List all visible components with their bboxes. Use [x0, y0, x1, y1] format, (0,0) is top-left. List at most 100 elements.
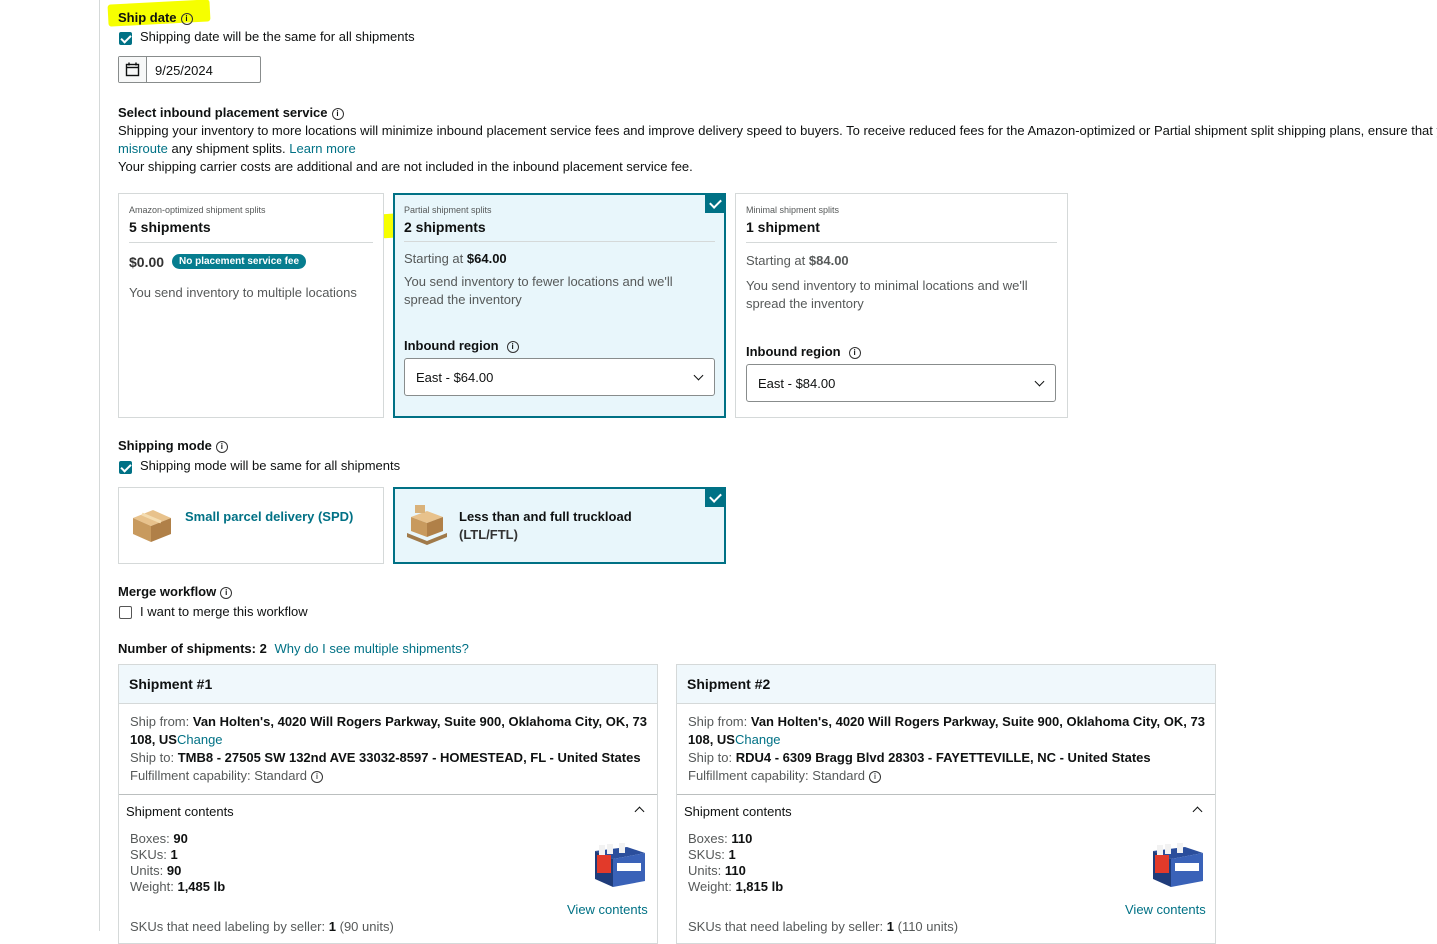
- fulfillment-capability-label: Fulfillment capability: Standard: [130, 768, 308, 783]
- selected-check-icon: [705, 194, 725, 213]
- inbound-region-heading: Inbound region i: [404, 338, 519, 353]
- same-shipping-mode-label: Shipping mode will be same for all shipm…: [140, 458, 401, 473]
- option-small-label: Partial shipment splits: [404, 205, 492, 215]
- inbound-region-select[interactable]: East - $84.00: [746, 364, 1056, 402]
- labeling-count: 1: [328, 919, 336, 934]
- why-multiple-shipments-link[interactable]: Why do I see multiple shipments?: [274, 641, 468, 656]
- inbound-region-label: Inbound region: [746, 344, 841, 359]
- number-of-shipments-count: 2: [259, 641, 267, 656]
- inbound-region-select[interactable]: East - $64.00: [404, 358, 715, 396]
- ltl-option[interactable]: Less than and full truckload (LTL/FTL): [393, 487, 726, 564]
- ship-to-label: Ship to:: [688, 750, 733, 765]
- chevron-up-icon: [634, 806, 645, 817]
- product-thumbnail: [1149, 843, 1205, 892]
- learn-more-link[interactable]: Learn more: [289, 141, 355, 156]
- fulfillment-capability: Fulfillment capability: Standard i: [130, 768, 324, 783]
- shipment-title: Shipment #1: [129, 676, 213, 692]
- option-description-line-1: You send inventory to fewer locations an…: [404, 274, 673, 289]
- info-icon[interactable]: i: [220, 586, 233, 599]
- shipping-mode-label: Shipping mode: [118, 438, 212, 453]
- ship-to-line: Ship to: RDU4 - 6309 Bragg Blvd 28303 - …: [688, 750, 1151, 765]
- spd-option[interactable]: Small parcel delivery (SPD): [118, 487, 384, 564]
- skus-label: SKUs:: [130, 847, 167, 862]
- shipment-contents-label: Shipment contents: [126, 804, 234, 819]
- units-value: 90: [166, 863, 182, 878]
- skus-label: SKUs:: [688, 847, 725, 862]
- info-icon[interactable]: i: [215, 440, 228, 453]
- labeling-units: (110 units): [897, 919, 959, 934]
- boxes-line: Boxes: 110: [688, 831, 752, 846]
- ship-from-line-2: 108, USChange: [130, 732, 223, 747]
- placement-option-partial[interactable]: Partial shipment splits 2 shipments Star…: [393, 193, 726, 418]
- units-line: Units: 110: [688, 863, 746, 878]
- option-price: $84.00: [808, 253, 849, 268]
- fulfillment-capability-label: Fulfillment capability: Standard: [688, 768, 866, 783]
- calendar-icon[interactable]: [119, 57, 147, 82]
- shipment-card-2: Shipment #2 Ship from: Van Holten's, 402…: [676, 664, 1216, 944]
- change-ship-from-link[interactable]: Change: [735, 732, 781, 747]
- divider: [746, 242, 1057, 243]
- weight-label: Weight:: [688, 879, 732, 894]
- change-ship-from-link[interactable]: Change: [177, 732, 223, 747]
- labeling-units: (90 units): [339, 919, 394, 934]
- info-icon[interactable]: i: [848, 346, 861, 359]
- weight-value: 1,485 lb: [177, 879, 226, 894]
- inbound-region-heading: Inbound region i: [746, 344, 861, 359]
- same-ship-date-label: Shipping date will be the same for all s…: [140, 29, 415, 44]
- placement-option-amazon-optimized[interactable]: Amazon-optimized shipment splits 5 shipm…: [118, 193, 384, 418]
- ship-to-label: Ship to:: [130, 750, 175, 765]
- merge-workflow-checkbox[interactable]: [119, 606, 132, 619]
- labeling-line: SKUs that need labeling by seller: 1 (11…: [688, 919, 958, 934]
- ship-date-input[interactable]: 9/25/2024: [118, 56, 261, 83]
- units-label: Units:: [688, 863, 722, 878]
- inbound-region-label: Inbound region: [404, 338, 499, 353]
- boxes-line: Boxes: 90: [130, 831, 188, 846]
- divider: [404, 241, 715, 242]
- selected-check-icon: [705, 488, 725, 507]
- shipping-mode-heading: Shipping mode i: [118, 438, 228, 453]
- ship-date-heading: Ship date i: [118, 10, 193, 25]
- info-icon[interactable]: i: [311, 770, 324, 783]
- info-icon[interactable]: i: [506, 340, 519, 353]
- placement-option-minimal[interactable]: Minimal shipment splits 1 shipment Start…: [735, 193, 1068, 418]
- same-ship-date-checkbox[interactable]: [119, 32, 132, 45]
- ship-from-line-1: Ship from: Van Holten's, 4020 Will Roger…: [130, 714, 647, 729]
- number-of-shipments-label: Number of shipments:: [118, 641, 256, 656]
- inbound-region-value: East - $64.00: [416, 370, 494, 385]
- placement-heading: Select inbound placement service i: [118, 105, 344, 120]
- ship-from-address-cont: 108, US: [130, 732, 177, 747]
- skus-value: 1: [728, 847, 736, 862]
- shipment-header: Shipment #1: [119, 665, 657, 704]
- chevron-down-icon: [1034, 376, 1045, 387]
- merge-workflow-checkbox-label: I want to merge this workflow: [140, 604, 308, 619]
- info-icon[interactable]: i: [869, 770, 882, 783]
- option-shipment-count: 1 shipment: [746, 219, 820, 235]
- ship-date-label: Ship date: [118, 10, 177, 25]
- skus-value: 1: [170, 847, 178, 862]
- info-icon[interactable]: i: [331, 107, 344, 120]
- shipment-contents-label: Shipment contents: [684, 804, 792, 819]
- parcel-box-icon: [129, 506, 175, 547]
- spd-label: Small parcel delivery (SPD): [185, 509, 354, 524]
- ltl-label-line-1: Less than and full truckload: [459, 509, 632, 524]
- inbound-region-value: East - $84.00: [758, 376, 836, 391]
- view-contents-link[interactable]: View contents: [1125, 902, 1206, 917]
- shipment-contents-toggle[interactable]: Shipment contents: [677, 795, 1215, 823]
- ship-from-line-1: Ship from: Van Holten's, 4020 Will Roger…: [688, 714, 1205, 729]
- labeling-label: SKUs that need labeling by seller:: [688, 919, 884, 934]
- units-label: Units:: [130, 863, 164, 878]
- info-icon[interactable]: i: [180, 12, 193, 25]
- left-border: [99, 0, 100, 931]
- placement-desc-1: Shipping your inventory to more location…: [118, 123, 1437, 138]
- misroute-link[interactable]: misroute: [118, 141, 168, 156]
- fulfillment-capability: Fulfillment capability: Standard i: [688, 768, 882, 783]
- units-line: Units: 90: [130, 863, 181, 878]
- labeling-label: SKUs that need labeling by seller:: [130, 919, 326, 934]
- view-contents-link[interactable]: View contents: [567, 902, 648, 917]
- shipment-card-1: Shipment #1 Ship from: Van Holten's, 402…: [118, 664, 658, 944]
- ship-from-label: Ship from:: [688, 714, 748, 729]
- weight-line: Weight: 1,485 lb: [130, 879, 225, 894]
- shipment-contents-toggle[interactable]: Shipment contents: [119, 795, 657, 823]
- option-price: $0.00: [129, 254, 165, 270]
- same-shipping-mode-checkbox[interactable]: [119, 461, 132, 474]
